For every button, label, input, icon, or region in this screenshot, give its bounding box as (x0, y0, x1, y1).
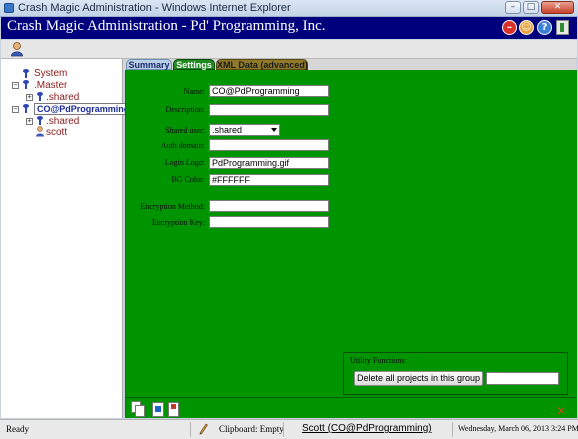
utility-functions-title: Utility Functions: (350, 356, 407, 365)
face-icon[interactable]: ☺ (519, 20, 534, 35)
tab-xml-data[interactable]: XML Data (advanced) (216, 59, 308, 70)
login-logo-label: Login Logo: (164, 158, 205, 167)
key-icon (37, 92, 43, 101)
tree-expand-project-shared[interactable]: + (26, 118, 33, 125)
exit-icon[interactable] (556, 20, 569, 35)
pencil-icon (199, 423, 208, 435)
auth-domain-input[interactable] (209, 139, 329, 151)
status-divider (452, 422, 453, 437)
tab-summary[interactable]: Summary (126, 59, 172, 70)
document-icon[interactable] (168, 401, 181, 417)
status-bar: Ready Clipboard: Empty Scott (CO@PdProgr… (0, 419, 578, 439)
help-icon[interactable]: ? (537, 20, 552, 35)
status-divider (190, 422, 191, 437)
key-icon (37, 116, 43, 125)
tab-settings[interactable]: Settings (173, 59, 215, 70)
navigation-tree: System − .Master + .shared − CO@PdProgra… (1, 59, 131, 418)
key-icon (23, 69, 29, 78)
shared-user-label: Shared user: (165, 126, 205, 135)
ie-icon (4, 3, 14, 13)
new-page-icon[interactable] (152, 401, 166, 417)
chevron-down-icon (271, 128, 277, 132)
user-icon[interactable] (10, 41, 24, 57)
shared-user-value: .shared (212, 125, 243, 135)
close-window-button[interactable]: ✕ (541, 1, 574, 14)
tree-item-project[interactable]: CO@PdProgramming (34, 103, 131, 115)
copy-icon[interactable] (131, 401, 146, 417)
user-icon (36, 126, 44, 137)
clipboard-status: Clipboard: Empty (219, 424, 284, 434)
maximize-button[interactable]: □ (523, 1, 539, 14)
status-ready: Ready (6, 424, 29, 434)
encryption-key-input[interactable] (209, 216, 329, 228)
description-label: Description: (165, 105, 205, 114)
tree-expand-master-shared[interactable]: + (26, 94, 33, 101)
app-header: Crash Magic Administration - Pd' Program… (1, 17, 577, 39)
tree-item-user-scott[interactable]: scott (46, 127, 67, 138)
tree-item-system[interactable]: System (34, 68, 67, 79)
tree-item-project-shared[interactable]: .shared (46, 116, 79, 127)
utility-input[interactable] (486, 372, 559, 385)
encryption-key-label: Encryption Key: (151, 218, 205, 227)
app-toolbar (1, 40, 577, 59)
shared-user-select[interactable]: .shared (209, 124, 280, 136)
bg-color-label: BG Color: (171, 175, 205, 184)
browser-title-bar: Crash Magic Administration - Windows Int… (0, 0, 578, 17)
close-x-icon[interactable]: ✕ (556, 404, 566, 418)
tree-collapse-master[interactable]: − (12, 82, 19, 89)
window-title: Crash Magic Administration - Windows Int… (18, 2, 291, 14)
description-input[interactable] (209, 104, 329, 116)
tree-item-master[interactable]: .Master (34, 80, 67, 91)
key-icon (23, 80, 29, 89)
app-title: Crash Magic Administration - Pd' Program… (7, 18, 326, 34)
auth-domain-label: Auth domain: (160, 141, 205, 150)
encryption-method-label: Encryption Method: (140, 202, 205, 211)
bg-color-input[interactable]: #FFFFFF (209, 174, 329, 186)
current-user-link[interactable]: Scott (CO@PdProgramming) (302, 423, 432, 434)
status-divider (283, 422, 284, 437)
panel-bottom-bar (126, 397, 576, 419)
stop-icon[interactable]: – (502, 20, 517, 35)
name-label: Name: (183, 87, 205, 96)
name-input[interactable]: CO@PdProgramming (209, 85, 329, 97)
tree-collapse-project[interactable]: − (12, 106, 19, 113)
key-icon (23, 104, 29, 113)
login-logo-input[interactable]: PdProgramming.gif (209, 157, 329, 169)
delete-all-projects-button[interactable]: Delete all projects in this group (354, 371, 483, 386)
minimize-button[interactable]: – (505, 1, 521, 14)
tree-item-master-shared[interactable]: .shared (46, 92, 79, 103)
encryption-method-input[interactable] (209, 200, 329, 212)
status-datetime: Wednesday, March 06, 2013 3:24 PM (458, 424, 578, 433)
